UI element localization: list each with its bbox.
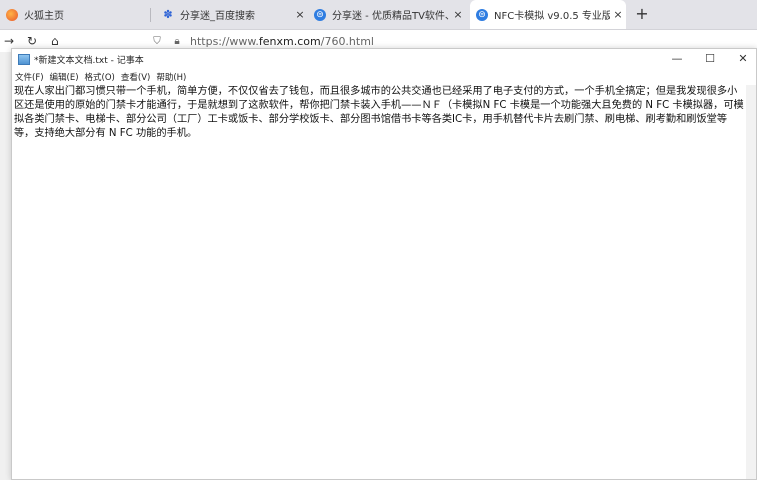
site-icon: ⊜ [476, 8, 488, 21]
minimize-button[interactable]: — [667, 52, 687, 66]
menu-edit[interactable]: 编辑(E) [47, 71, 82, 83]
close-icon[interactable]: × [610, 8, 626, 21]
close-button[interactable]: ✕ [733, 52, 753, 66]
browser-tab-bar: 火狐主页 ✽ 分享迷_百度搜索 × ⊜ 分享迷 - 优质精品TV软件、互联 × … [0, 0, 757, 30]
menu-help[interactable]: 帮助(H) [153, 71, 189, 83]
lock-icon[interactable]: 🔒︎ [170, 36, 184, 47]
url-path: /760.html [320, 34, 374, 48]
menu-view[interactable]: 查看(V) [118, 71, 153, 83]
tab-title: 分享迷 - 优质精品TV软件、互联 [332, 11, 450, 22]
tab-title: 分享迷_百度搜索 [180, 11, 255, 22]
reload-icon[interactable]: ↻ [27, 34, 37, 48]
menu-file[interactable]: 文件(F) [12, 71, 47, 83]
notepad-title-bar[interactable]: *新建文本文档.txt - 记事本 — ☐ ✕ [12, 49, 756, 69]
vertical-scrollbar[interactable] [746, 85, 756, 479]
tab-title: 火狐主页 [24, 11, 64, 22]
menu-format[interactable]: 格式(O) [82, 71, 118, 83]
notepad-menu-bar: 文件(F) 编辑(E) 格式(O) 查看(V) 帮助(H) [12, 69, 756, 84]
close-icon[interactable]: × [292, 8, 308, 21]
notepad-window: *新建文本文档.txt - 记事本 — ☐ ✕ 文件(F) 编辑(E) 格式(O… [11, 48, 757, 480]
tab-nfc-app-page[interactable]: ⊜ NFC卡模拟 v9.0.5 专业版-分享 × [470, 0, 626, 29]
tab-baidu-search[interactable]: ✽ 分享迷_百度搜索 × [156, 0, 308, 29]
editor-content: 现在人家出门都习惯只带一个手机，简单方便，不仅仅省去了钱包，而且很多城市的公共交… [14, 86, 744, 139]
tab-firefox-home[interactable]: 火狐主页 [0, 0, 150, 29]
maximize-button[interactable]: ☐ [700, 52, 720, 66]
tab-separator [150, 8, 151, 22]
url-bar[interactable]: ⛉ 🔒︎ https://www. fenxm.com/760.html [150, 33, 757, 49]
shield-icon[interactable]: ⛉ [150, 36, 164, 47]
tab-fenxm-home[interactable]: ⊜ 分享迷 - 优质精品TV软件、互联 × [308, 0, 466, 29]
text-editor[interactable]: 现在人家出门都习惯只带一个手机，简单方便，不仅仅省去了钱包，而且很多城市的公共交… [14, 85, 746, 141]
firefox-icon [6, 8, 18, 21]
notepad-icon [18, 53, 30, 65]
close-icon[interactable]: × [450, 8, 466, 21]
paw-icon: ✽ [163, 8, 173, 21]
url-scheme: https://www. [190, 34, 259, 48]
site-icon: ⊜ [314, 8, 326, 21]
new-tab-button[interactable]: + [634, 6, 650, 22]
window-title: *新建文本文档.txt - 记事本 [34, 55, 144, 66]
url-host: fenxm.com [258, 34, 321, 48]
tab-title: NFC卡模拟 v9.0.5 专业版-分享 [494, 11, 610, 22]
home-icon[interactable]: ⌂ [51, 34, 59, 48]
back-arrow-icon[interactable]: → [4, 34, 14, 48]
